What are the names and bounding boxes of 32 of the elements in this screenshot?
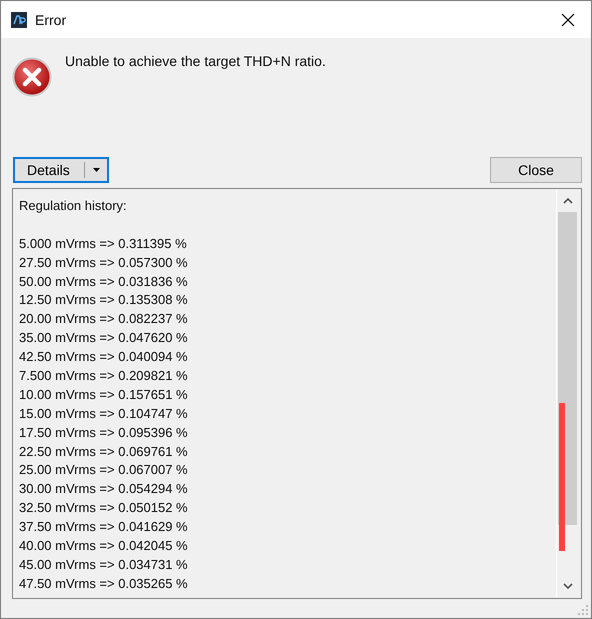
app-logo-icon (11, 12, 27, 28)
scroll-down-icon[interactable] (562, 583, 572, 589)
history-line: 42.50 mVrms => 0.040094 % (19, 348, 189, 366)
history-line: 10.00 mVrms => 0.157651 % (19, 386, 189, 404)
resize-grip-icon[interactable] (578, 605, 588, 615)
history-line: 47.50 mVrms => 0.035265 % (19, 574, 189, 593)
history-line: 37.50 mVrms => 0.041629 % (19, 518, 189, 536)
history-line: 30.00 mVrms => 0.054294 % (19, 480, 189, 498)
history-line: 7.500 mVrms => 0.209821 % (19, 367, 189, 386)
history-line: 15.00 mVrms => 0.104747 % (19, 404, 189, 423)
close-icon[interactable] (561, 12, 575, 26)
close-button[interactable]: Close (490, 156, 582, 182)
vertical-scrollbar[interactable] (556, 190, 578, 597)
window-title: Error (35, 12, 68, 28)
history-line: 20.00 mVrms => 0.082237 % (19, 310, 189, 328)
scroll-up-icon[interactable] (562, 198, 572, 204)
history-line: 45.00 mVrms => 0.034731 % (19, 556, 189, 574)
history-line: 35.00 mVrms => 0.047620 % (19, 329, 189, 348)
details-split-button[interactable]: Details (13, 156, 109, 182)
history-line: 22.50 mVrms => 0.069761 % (19, 442, 189, 461)
details-heading: Regulation history: (19, 197, 128, 215)
caret-icon[interactable] (92, 168, 100, 172)
history-line: 40.00 mVrms => 0.042045 % (19, 537, 189, 556)
history-line: 32.50 mVrms => 0.050152 % (19, 499, 189, 518)
history-line: 50.00 mVrms => 0.031836 % (19, 272, 189, 291)
error-icon (12, 57, 52, 97)
history-line: 5.000 mVrms => 0.311395 % (19, 234, 188, 253)
history-line: 25.00 mVrms => 0.067007 % (19, 461, 189, 480)
history-line: 12.50 mVrms => 0.135308 % (19, 291, 189, 310)
history-line: 17.50 mVrms => 0.095396 % (19, 424, 189, 442)
history-line: 27.50 mVrms => 0.057300 % (19, 254, 189, 272)
error-message: Unable to achieve the target THD+N ratio. (65, 53, 326, 69)
